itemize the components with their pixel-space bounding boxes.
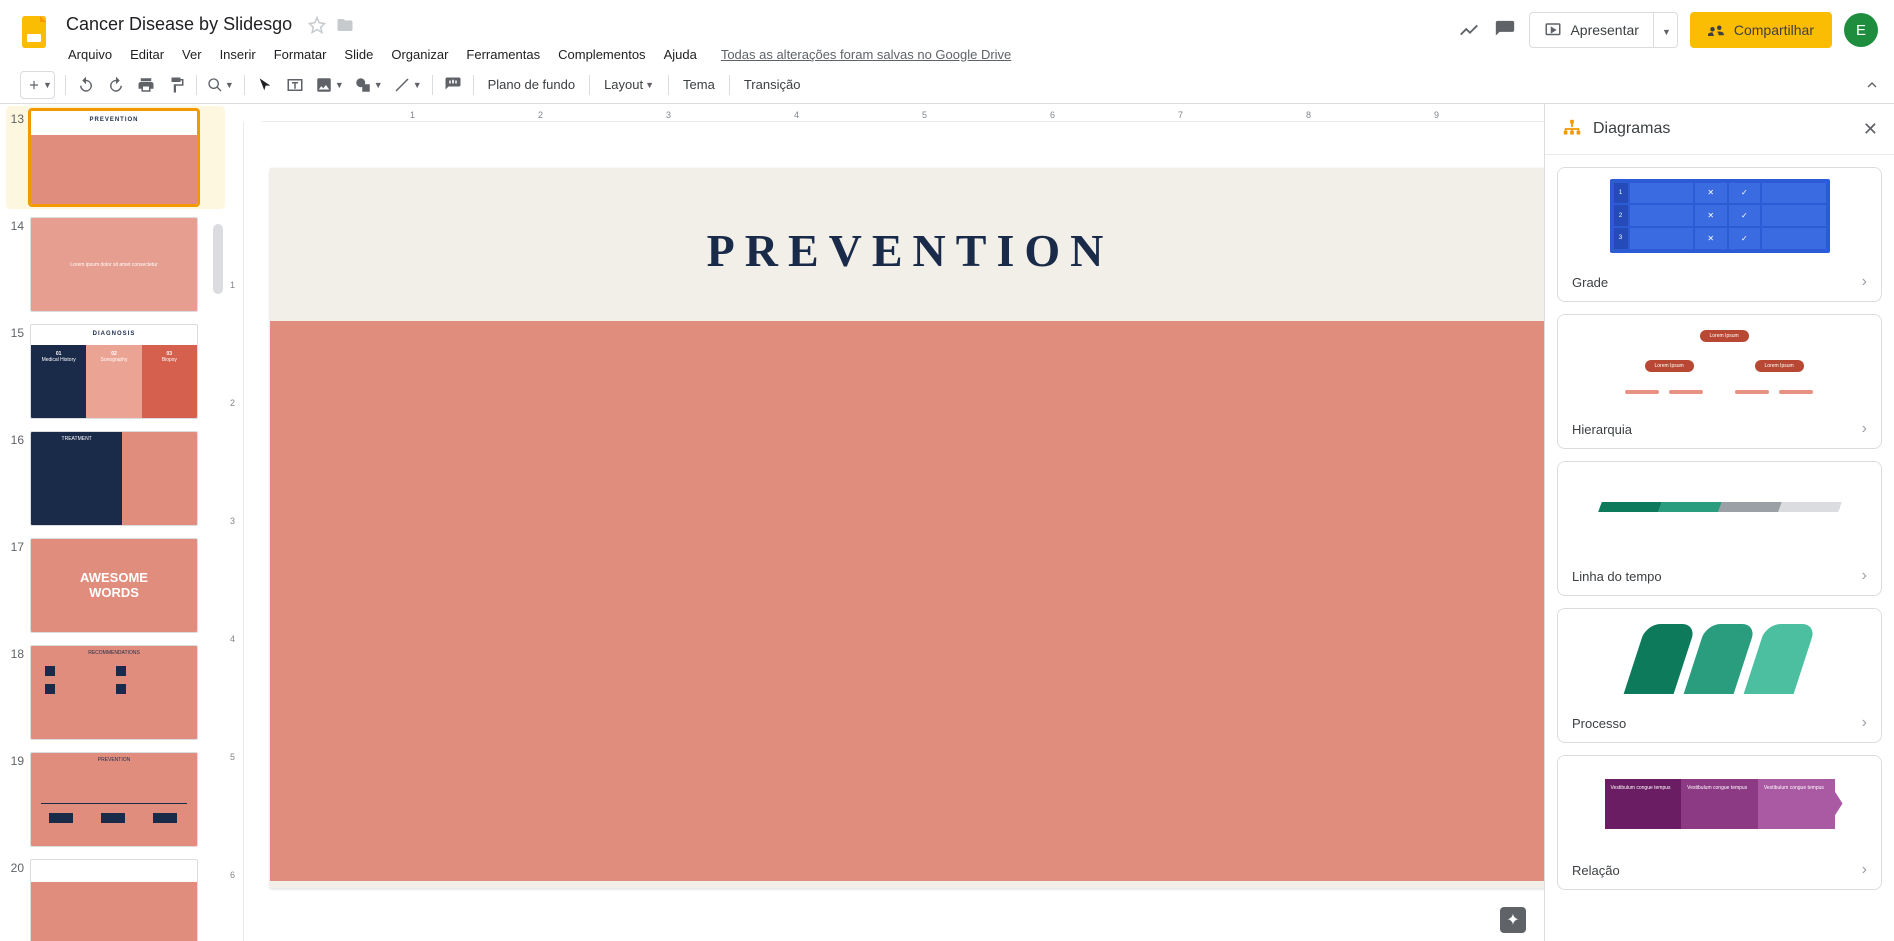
account-avatar[interactable]: E bbox=[1844, 13, 1878, 47]
ruler-horizontal: 123456789 bbox=[262, 104, 1544, 122]
filmstrip[interactable]: 13PREVENTION14Lorem ipsum dolor sit amet… bbox=[0, 104, 226, 941]
background-button[interactable]: Plano de fundo bbox=[480, 71, 583, 99]
theme-button[interactable]: Tema bbox=[675, 71, 723, 99]
slide-thumb-19[interactable]: 19PREVENTION bbox=[6, 752, 225, 847]
toolbar: ▼ ▼ ▼ ▼ ▼ Plano de fundo Layout▼ Tema Tr… bbox=[0, 66, 1894, 104]
share-label: Compartilhar bbox=[1734, 22, 1814, 38]
diagram-label: Hierarquia bbox=[1572, 422, 1632, 437]
present-label: Apresentar bbox=[1570, 22, 1638, 38]
slide-thumb-13[interactable]: 13PREVENTION bbox=[6, 106, 225, 209]
layout-label: Layout bbox=[604, 77, 643, 92]
diagram-card-grade[interactable]: 1✕✓2✕✓3✕✓Grade› bbox=[1557, 167, 1882, 302]
activity-icon[interactable] bbox=[1457, 18, 1481, 42]
menu-inserir[interactable]: Inserir bbox=[212, 43, 264, 66]
comment-tool[interactable] bbox=[439, 71, 467, 99]
menu-editar[interactable]: Editar bbox=[122, 43, 172, 66]
doc-title[interactable]: Cancer Disease by Slidesgo bbox=[60, 12, 298, 37]
present-button[interactable]: Apresentar bbox=[1529, 12, 1653, 48]
diagram-label: Linha do tempo bbox=[1572, 569, 1662, 584]
filmstrip-scrollbar[interactable] bbox=[209, 104, 225, 941]
menu-slide[interactable]: Slide bbox=[336, 43, 381, 66]
save-status[interactable]: Todas as alterações foram salvas no Goog… bbox=[721, 43, 1011, 66]
menu-ver[interactable]: Ver bbox=[174, 43, 210, 66]
zoom-button[interactable]: ▼ bbox=[203, 71, 238, 99]
chevron-right-icon: › bbox=[1862, 273, 1867, 291]
canvas-area: 123456789 123456 PREVENTION ✦ bbox=[226, 104, 1544, 941]
undo-button[interactable] bbox=[72, 71, 100, 99]
diagram-card-hier[interactable]: Lorem IpsumLorem IpsumLorem IpsumHierarq… bbox=[1557, 314, 1882, 449]
diagram-label: Processo bbox=[1572, 716, 1626, 731]
new-slide-button[interactable]: ▼ bbox=[20, 71, 55, 99]
title-area: Cancer Disease by Slidesgo Arquivo Edita… bbox=[60, 8, 1457, 66]
app-header: Cancer Disease by Slidesgo Arquivo Edita… bbox=[0, 0, 1894, 66]
ruler-vertical: 123456 bbox=[226, 122, 244, 941]
diagram-card-process[interactable]: Processo › bbox=[1557, 608, 1882, 743]
diagram-card-timeline[interactable]: Linha do tempo › bbox=[1557, 461, 1882, 596]
chevron-right-icon: › bbox=[1862, 567, 1867, 585]
menu-arquivo[interactable]: Arquivo bbox=[60, 43, 120, 66]
panel-title: Diagramas bbox=[1593, 120, 1670, 138]
slide-stage[interactable]: PREVENTION ✦ bbox=[244, 122, 1544, 941]
menu-organizar[interactable]: Organizar bbox=[383, 43, 456, 66]
shape-tool[interactable]: ▼ bbox=[350, 71, 387, 99]
menu-complementos[interactable]: Complementos bbox=[550, 43, 653, 66]
image-tool[interactable]: ▼ bbox=[311, 71, 348, 99]
current-slide[interactable]: PREVENTION bbox=[270, 168, 1544, 888]
diagrams-icon bbox=[1561, 118, 1583, 140]
slide-thumb-14[interactable]: 14Lorem ipsum dolor sit amet consectetur bbox=[6, 217, 225, 312]
layout-button[interactable]: Layout▼ bbox=[596, 71, 662, 99]
app-logo[interactable] bbox=[16, 12, 56, 52]
chevron-right-icon: › bbox=[1862, 861, 1867, 879]
select-tool[interactable] bbox=[251, 71, 279, 99]
diagram-card-relation[interactable]: Vestibulum congue tempusVestibulum congu… bbox=[1557, 755, 1882, 890]
explore-fab[interactable]: ✦ bbox=[1500, 907, 1526, 933]
slide-title[interactable]: PREVENTION bbox=[270, 168, 1544, 321]
menubar: Arquivo Editar Ver Inserir Formatar Slid… bbox=[60, 43, 1457, 66]
slide-thumb-15[interactable]: 15DIAGNOSIS01Medical History02Sonography… bbox=[6, 324, 225, 419]
slide-thumb-20[interactable]: 20 bbox=[6, 859, 225, 941]
slide-thumb-16[interactable]: 16TREATMENT bbox=[6, 431, 225, 526]
comments-icon[interactable] bbox=[1493, 18, 1517, 42]
print-button[interactable] bbox=[132, 71, 160, 99]
diagrams-panel: Diagramas ✕ 1✕✓2✕✓3✕✓Grade›Lorem IpsumLo… bbox=[1544, 104, 1894, 941]
slide-thumb-17[interactable]: 17AWESOMEWORDS bbox=[6, 538, 225, 633]
diagram-label: Relação bbox=[1572, 863, 1620, 878]
share-button[interactable]: Compartilhar bbox=[1690, 12, 1832, 48]
textbox-tool[interactable] bbox=[281, 71, 309, 99]
collapse-toolbar-icon[interactable] bbox=[1858, 71, 1886, 99]
chevron-right-icon: › bbox=[1862, 714, 1867, 732]
slide-thumb-18[interactable]: 18RECOMMENDATIONS bbox=[6, 645, 225, 740]
menu-ajuda[interactable]: Ajuda bbox=[656, 43, 705, 66]
slide-body[interactable] bbox=[270, 321, 1544, 881]
present-dropdown[interactable]: ▼ bbox=[1654, 12, 1678, 48]
chevron-right-icon: › bbox=[1862, 420, 1867, 438]
menu-ferramentas[interactable]: Ferramentas bbox=[458, 43, 548, 66]
header-actions: Apresentar ▼ Compartilhar E bbox=[1457, 8, 1886, 48]
redo-button[interactable] bbox=[102, 71, 130, 99]
transition-button[interactable]: Transição bbox=[736, 71, 809, 99]
menu-formatar[interactable]: Formatar bbox=[266, 43, 335, 66]
star-icon[interactable] bbox=[308, 16, 326, 34]
diagram-label: Grade bbox=[1572, 275, 1608, 290]
paint-format-button[interactable] bbox=[162, 71, 190, 99]
move-folder-icon[interactable] bbox=[336, 16, 354, 34]
close-panel-icon[interactable]: ✕ bbox=[1863, 119, 1878, 140]
line-tool[interactable]: ▼ bbox=[389, 71, 426, 99]
